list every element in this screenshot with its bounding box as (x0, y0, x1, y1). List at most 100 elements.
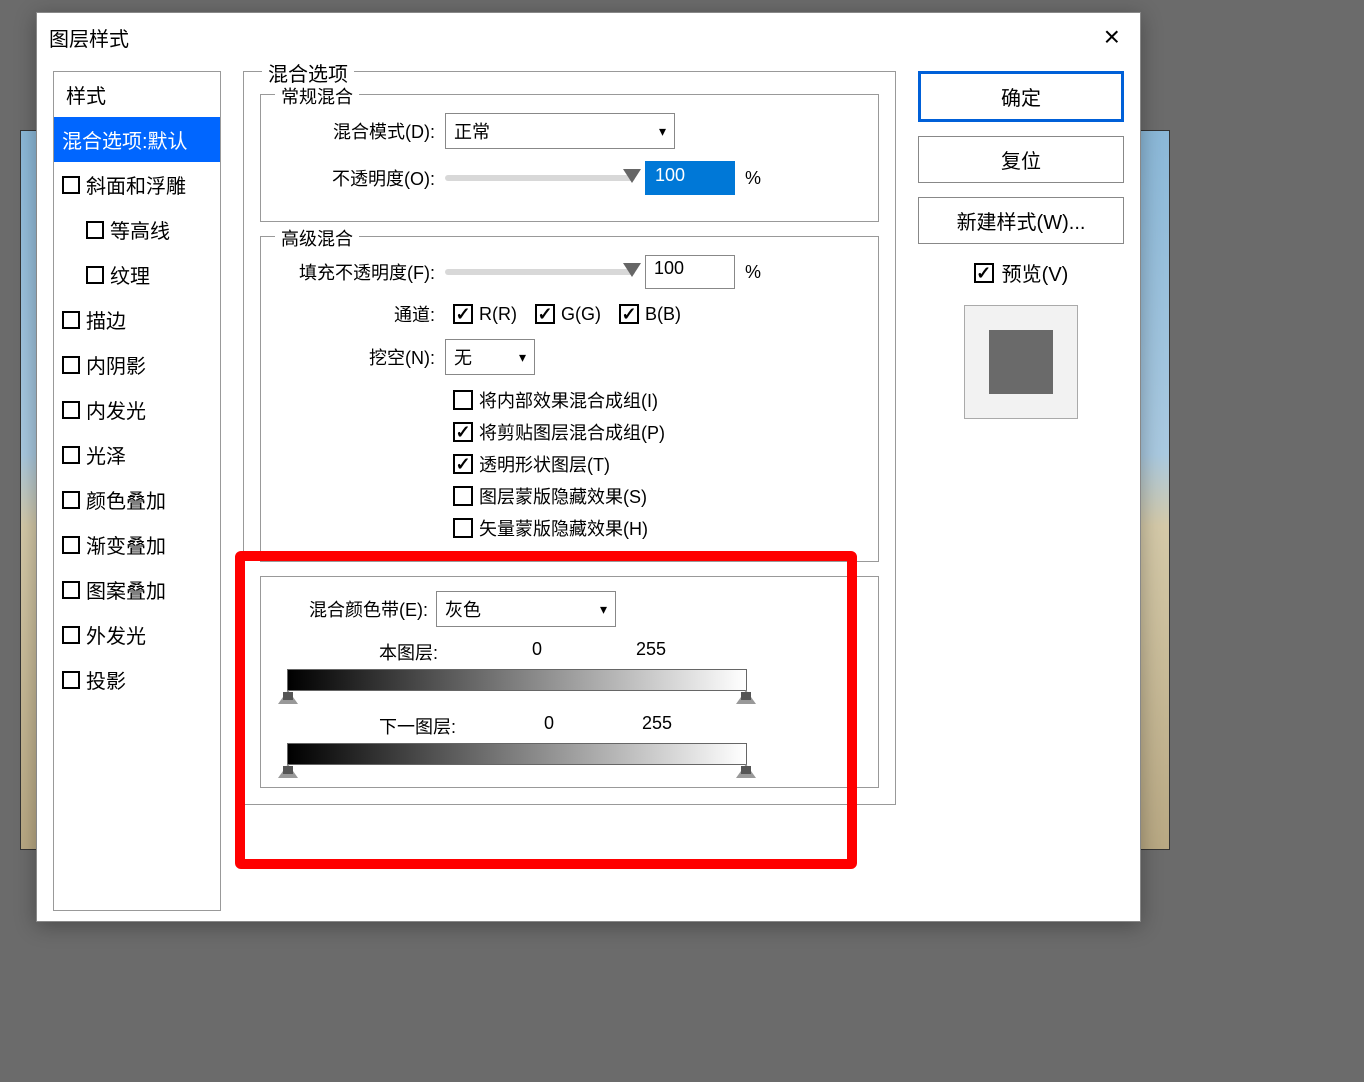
blend-if-select[interactable]: 灰色 ▾ (436, 591, 616, 627)
preview-inner (989, 330, 1053, 394)
knockout-label: 挖空(N): (275, 344, 435, 370)
checkbox-icon[interactable] (86, 221, 104, 239)
checkbox-icon[interactable] (62, 401, 80, 419)
blend-mode-select[interactable]: 正常 ▾ (445, 113, 675, 149)
checkbox-icon[interactable] (62, 356, 80, 374)
this-layer-low: 0 (532, 639, 542, 665)
slider-thumb-icon[interactable] (623, 263, 641, 277)
sidebar-item-stroke[interactable]: 描边 (54, 297, 220, 342)
checkbox-icon[interactable] (619, 304, 639, 324)
sidebar-item-label: 等高线 (110, 215, 170, 244)
checkbox-icon[interactable] (62, 626, 80, 644)
handle-icon[interactable] (736, 764, 756, 778)
this-layer-gradient[interactable] (287, 669, 747, 691)
opacity-label: 不透明度(O): (275, 165, 435, 191)
sidebar-item-pattern-overlay[interactable]: 图案叠加 (54, 567, 220, 612)
layer-style-dialog: 图层样式 × 样式 混合选项:默认 斜面和浮雕 等高线 纹理 描边 (36, 12, 1141, 922)
checkbox-icon[interactable] (62, 581, 80, 599)
opacity-input[interactable]: 100 (645, 161, 735, 195)
sidebar-item-bevel[interactable]: 斜面和浮雕 (54, 162, 220, 207)
chevron-down-icon: ▾ (659, 123, 666, 140)
handle-icon[interactable] (736, 690, 756, 704)
styles-sidebar: 样式 混合选项:默认 斜面和浮雕 等高线 纹理 描边 内阴影 (53, 71, 221, 911)
blend-mode-value: 正常 (454, 118, 490, 144)
opacity-slider[interactable] (445, 175, 635, 181)
checkbox-icon[interactable] (62, 176, 80, 194)
sidebar-item-inner-glow[interactable]: 内发光 (54, 387, 220, 432)
chevron-down-icon: ▾ (600, 601, 607, 618)
checkbox-icon[interactable] (974, 263, 994, 283)
fill-opacity-input[interactable]: 100 (645, 255, 735, 289)
options-panel: 混合选项 常规混合 混合模式(D): 正常 ▾ 不透明度(O): 10 (243, 71, 896, 911)
close-icon[interactable]: × (1096, 21, 1128, 53)
sidebar-item-label: 渐变叠加 (86, 530, 166, 559)
blending-options-group: 混合选项 常规混合 混合模式(D): 正常 ▾ 不透明度(O): 10 (243, 71, 896, 805)
checkbox-icon[interactable] (453, 390, 473, 410)
sidebar-item-blending-options[interactable]: 混合选项:默认 (54, 117, 220, 162)
sidebar-item-label: 描边 (86, 305, 126, 334)
sidebar-item-satin[interactable]: 光泽 (54, 432, 220, 477)
sidebar-item-drop-shadow[interactable]: 投影 (54, 657, 220, 702)
sidebar-item-label: 内阴影 (86, 350, 146, 379)
checkbox-icon[interactable] (62, 671, 80, 689)
checkbox-icon[interactable] (453, 422, 473, 442)
dialog-titlebar: 图层样式 × (37, 13, 1140, 61)
channel-r[interactable]: R(R) (453, 304, 517, 325)
checkbox-icon[interactable] (453, 304, 473, 324)
sidebar-item-gradient-overlay[interactable]: 渐变叠加 (54, 522, 220, 567)
slider-thumb-icon[interactable] (623, 169, 641, 183)
action-column: 确定 复位 新建样式(W)... 预览(V) (918, 71, 1124, 911)
handle-icon[interactable] (278, 690, 298, 704)
group-legend: 高级混合 (275, 225, 359, 251)
checkbox-icon[interactable] (62, 311, 80, 329)
preview-checkbox[interactable]: 预览(V) (918, 258, 1124, 287)
group-legend: 常规混合 (275, 83, 359, 109)
channel-b[interactable]: B(B) (619, 304, 681, 325)
opt-layer-mask-hide[interactable]: 图层蒙版隐藏效果(S) (453, 483, 864, 509)
sidebar-item-label: 光泽 (86, 440, 126, 469)
under-layer-label: 下一图层: (379, 713, 456, 739)
checkbox-icon[interactable] (62, 446, 80, 464)
checkbox-icon[interactable] (453, 518, 473, 538)
sidebar-item-label: 图案叠加 (86, 575, 166, 604)
ok-button[interactable]: 确定 (918, 71, 1124, 122)
knockout-value: 无 (454, 344, 472, 370)
sidebar-item-texture[interactable]: 纹理 (54, 252, 220, 297)
knockout-select[interactable]: 无 ▾ (445, 339, 535, 375)
this-layer-label: 本图层: (379, 639, 438, 665)
sidebar-item-inner-shadow[interactable]: 内阴影 (54, 342, 220, 387)
handle-icon[interactable] (278, 764, 298, 778)
fill-opacity-slider[interactable] (445, 269, 635, 275)
checkbox-icon[interactable] (535, 304, 555, 324)
checkbox-icon[interactable] (62, 491, 80, 509)
sidebar-item-outer-glow[interactable]: 外发光 (54, 612, 220, 657)
sidebar-item-color-overlay[interactable]: 颜色叠加 (54, 477, 220, 522)
opt-trans-shapes[interactable]: 透明形状图层(T) (453, 451, 864, 477)
reset-button[interactable]: 复位 (918, 136, 1124, 183)
checkbox-icon[interactable] (62, 536, 80, 554)
under-layer-low: 0 (544, 713, 554, 739)
fill-opacity-label: 填充不透明度(F): (275, 259, 435, 285)
opt-blend-interior[interactable]: 将内部效果混合成组(I) (453, 387, 864, 413)
sidebar-item-label: 纹理 (110, 260, 150, 289)
opacity-unit: % (745, 168, 761, 189)
fill-opacity-unit: % (745, 262, 761, 283)
this-layer-high: 255 (636, 639, 666, 665)
advanced-blending-group: 高级混合 填充不透明度(F): 100 % 通道: R(R) G(G) B(B) (260, 236, 879, 562)
checkbox-icon[interactable] (453, 454, 473, 474)
sidebar-item-label: 内发光 (86, 395, 146, 424)
opt-vector-mask-hide[interactable]: 矢量蒙版隐藏效果(H) (453, 515, 864, 541)
opt-blend-clipped[interactable]: 将剪贴图层混合成组(P) (453, 419, 864, 445)
channels-label: 通道: (275, 301, 435, 327)
checkbox-icon[interactable] (86, 266, 104, 284)
checkbox-icon[interactable] (453, 486, 473, 506)
sidebar-item-contour[interactable]: 等高线 (54, 207, 220, 252)
blend-mode-label: 混合模式(D): (275, 118, 435, 144)
under-layer-gradient[interactable] (287, 743, 747, 765)
sidebar-item-label: 颜色叠加 (86, 485, 166, 514)
new-style-button[interactable]: 新建样式(W)... (918, 197, 1124, 244)
sidebar-item-label: 混合选项:默认 (62, 125, 188, 154)
channel-g[interactable]: G(G) (535, 304, 601, 325)
chevron-down-icon: ▾ (519, 349, 526, 366)
blend-if-value: 灰色 (445, 596, 481, 622)
